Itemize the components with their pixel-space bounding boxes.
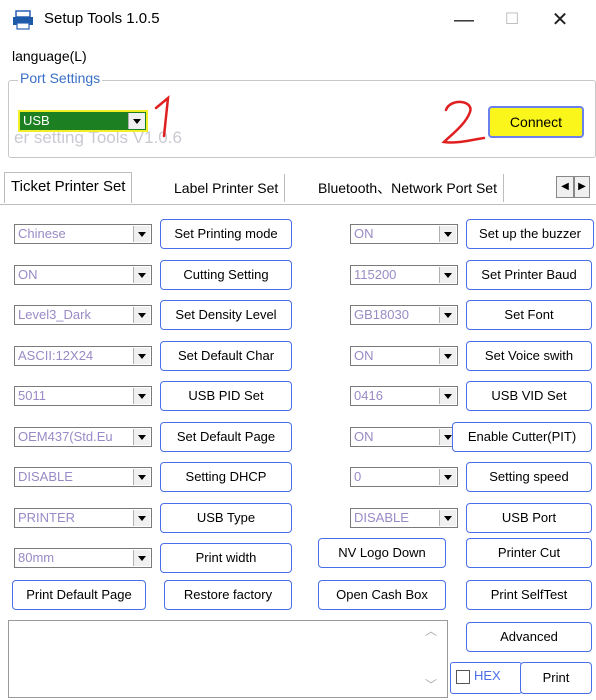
print-default-page-button[interactable]: Print Default Page [12, 580, 146, 610]
chevron-down-icon[interactable] [439, 307, 456, 323]
chevron-down-icon[interactable] [133, 388, 150, 404]
right-row-select[interactable]: DISABLE [350, 507, 458, 528]
right-row-button[interactable]: USB VID Set [466, 381, 592, 411]
scroll-down-icon[interactable]: ﹀ [418, 676, 444, 696]
output-textarea[interactable] [8, 620, 448, 698]
left-row-select-value: 5011 [18, 388, 46, 403]
chevron-down-icon[interactable] [133, 428, 150, 445]
port-type-value: USB [23, 113, 50, 128]
chevron-down-icon[interactable] [133, 347, 150, 364]
restore-factory-button[interactable]: Restore factory [164, 580, 292, 610]
chevron-down-icon[interactable] [439, 388, 456, 404]
left-row-select[interactable]: PRINTER [14, 507, 152, 528]
left-row-button[interactable]: Print width [160, 543, 292, 573]
left-row-select[interactable]: 5011 [14, 386, 152, 406]
print-button[interactable]: Print [520, 662, 592, 694]
left-row-button[interactable]: USB PID Set [160, 381, 292, 411]
right-row-select[interactable]: 0416 [350, 386, 458, 406]
chevron-down-icon[interactable] [439, 226, 456, 242]
minimize-button[interactable]: — [444, 6, 484, 34]
left-row-button[interactable]: Set Default Char [160, 340, 292, 371]
chevron-down-icon[interactable] [133, 550, 150, 566]
right-row-select-value: ON [354, 347, 374, 363]
tab-bluetooth-network-port-set[interactable]: Bluetooth、Network Port Set [312, 174, 504, 202]
annotation-number-1 [154, 95, 170, 138]
left-row-select-value: Chinese [18, 226, 66, 241]
window-title: Setup Tools 1.0.5 [44, 10, 160, 27]
right-row-select[interactable]: ON [350, 426, 458, 447]
chevron-down-icon[interactable] [439, 509, 456, 526]
left-row-select[interactable]: Chinese [14, 224, 152, 244]
left-row-button[interactable]: Cutting Setting [160, 259, 292, 290]
left-row-select[interactable]: DISABLE [14, 467, 152, 487]
chevron-down-icon[interactable] [439, 469, 456, 485]
left-row-select[interactable]: ON [14, 264, 152, 285]
left-row-select-value: 80mm [18, 550, 55, 565]
right-row-select-value: GB18030 [354, 307, 409, 322]
chevron-down-icon[interactable] [133, 469, 150, 485]
connect-button[interactable]: Connect [488, 106, 584, 138]
right-row-select[interactable]: ON [350, 345, 458, 366]
left-row-button[interactable]: Set Printing mode [160, 219, 292, 249]
right-row-select-value: DISABLE [354, 509, 409, 525]
open-cash-box-button[interactable]: Open Cash Box [318, 580, 446, 610]
left-row-select[interactable]: 80mm [14, 548, 152, 568]
chevron-down-icon[interactable] [133, 266, 150, 283]
port-type-select[interactable]: USB [18, 110, 148, 132]
print-selftest-button[interactable]: Print SelfTest [466, 580, 592, 610]
left-row-select-value: PRINTER [18, 509, 76, 525]
left-row-select[interactable]: OEM437(Std.Eu [14, 426, 152, 447]
hex-label: HEX [474, 668, 501, 683]
right-row-select[interactable]: 115200 [350, 264, 458, 285]
annotation-number-2 [441, 100, 486, 144]
right-row-select-value: ON [354, 428, 374, 444]
port-settings-legend: Port Settings [18, 70, 103, 86]
close-button[interactable]: ✕ [540, 6, 580, 34]
chevron-down-icon[interactable] [128, 113, 145, 129]
scroll-up-icon[interactable]: ︿ [418, 622, 444, 642]
left-row-button[interactable]: USB Type [160, 502, 292, 533]
right-row-select-value: ON [354, 226, 374, 241]
menu-language[interactable]: language(L) [12, 48, 87, 64]
nv-logo-down-button[interactable]: NV Logo Down [318, 538, 446, 568]
left-row-select-value: DISABLE [18, 469, 73, 484]
right-row-select-value: 0416 [354, 388, 383, 403]
left-row-select-value: OEM437(Std.Eu [18, 428, 113, 444]
left-row-button[interactable]: Set Density Level [160, 300, 292, 330]
chevron-down-icon[interactable] [439, 347, 456, 364]
left-row-select[interactable]: Level3_Dark [14, 305, 152, 325]
right-row-button[interactable]: USB Port [466, 502, 592, 533]
chevron-down-icon[interactable] [133, 509, 150, 526]
tab-scroll-right-icon[interactable]: ▶ [574, 176, 590, 198]
right-row-select[interactable]: 0 [350, 467, 458, 487]
right-row-select[interactable]: ON [350, 224, 458, 244]
advanced-button[interactable]: Advanced [466, 622, 592, 652]
left-row-select-value: ASCII:12X24 [18, 347, 94, 363]
right-row-select[interactable]: GB18030 [350, 305, 458, 325]
hex-checkbox[interactable] [456, 670, 470, 684]
left-row-select-value: Level3_Dark [18, 307, 91, 322]
left-row-button[interactable]: Setting DHCP [160, 462, 292, 492]
chevron-down-icon[interactable] [439, 266, 456, 283]
left-row-select-value: ON [18, 266, 38, 282]
right-row-button[interactable]: Set Printer Baud [466, 259, 592, 290]
chevron-down-icon[interactable] [133, 226, 150, 242]
right-row-button[interactable]: Set Voice swith [466, 340, 592, 371]
right-row-button[interactable]: Setting speed [466, 462, 592, 492]
printer-icon [13, 10, 33, 30]
maximize-button[interactable]: ☐ [492, 6, 532, 34]
left-row-select[interactable]: ASCII:12X24 [14, 345, 152, 366]
right-row-button[interactable]: Set up the buzzer [466, 219, 594, 249]
tab-ticket-printer-set[interactable]: Ticket Printer Set [4, 172, 133, 203]
left-row-button[interactable]: Set Default Page [160, 421, 292, 452]
right-row-button[interactable]: Set Font [466, 300, 592, 330]
right-row-select-value: 115200 [354, 266, 397, 282]
tab-scroll-left-icon[interactable]: ◀ [556, 176, 574, 198]
chevron-down-icon[interactable] [133, 307, 150, 323]
right-row-select-value: 0 [354, 469, 362, 484]
right-row-button[interactable]: Enable Cutter(PIT) [452, 421, 592, 452]
printer-cut-button[interactable]: Printer Cut [466, 538, 592, 568]
tab-label-printer-set[interactable]: Label Printer Set [168, 174, 286, 202]
